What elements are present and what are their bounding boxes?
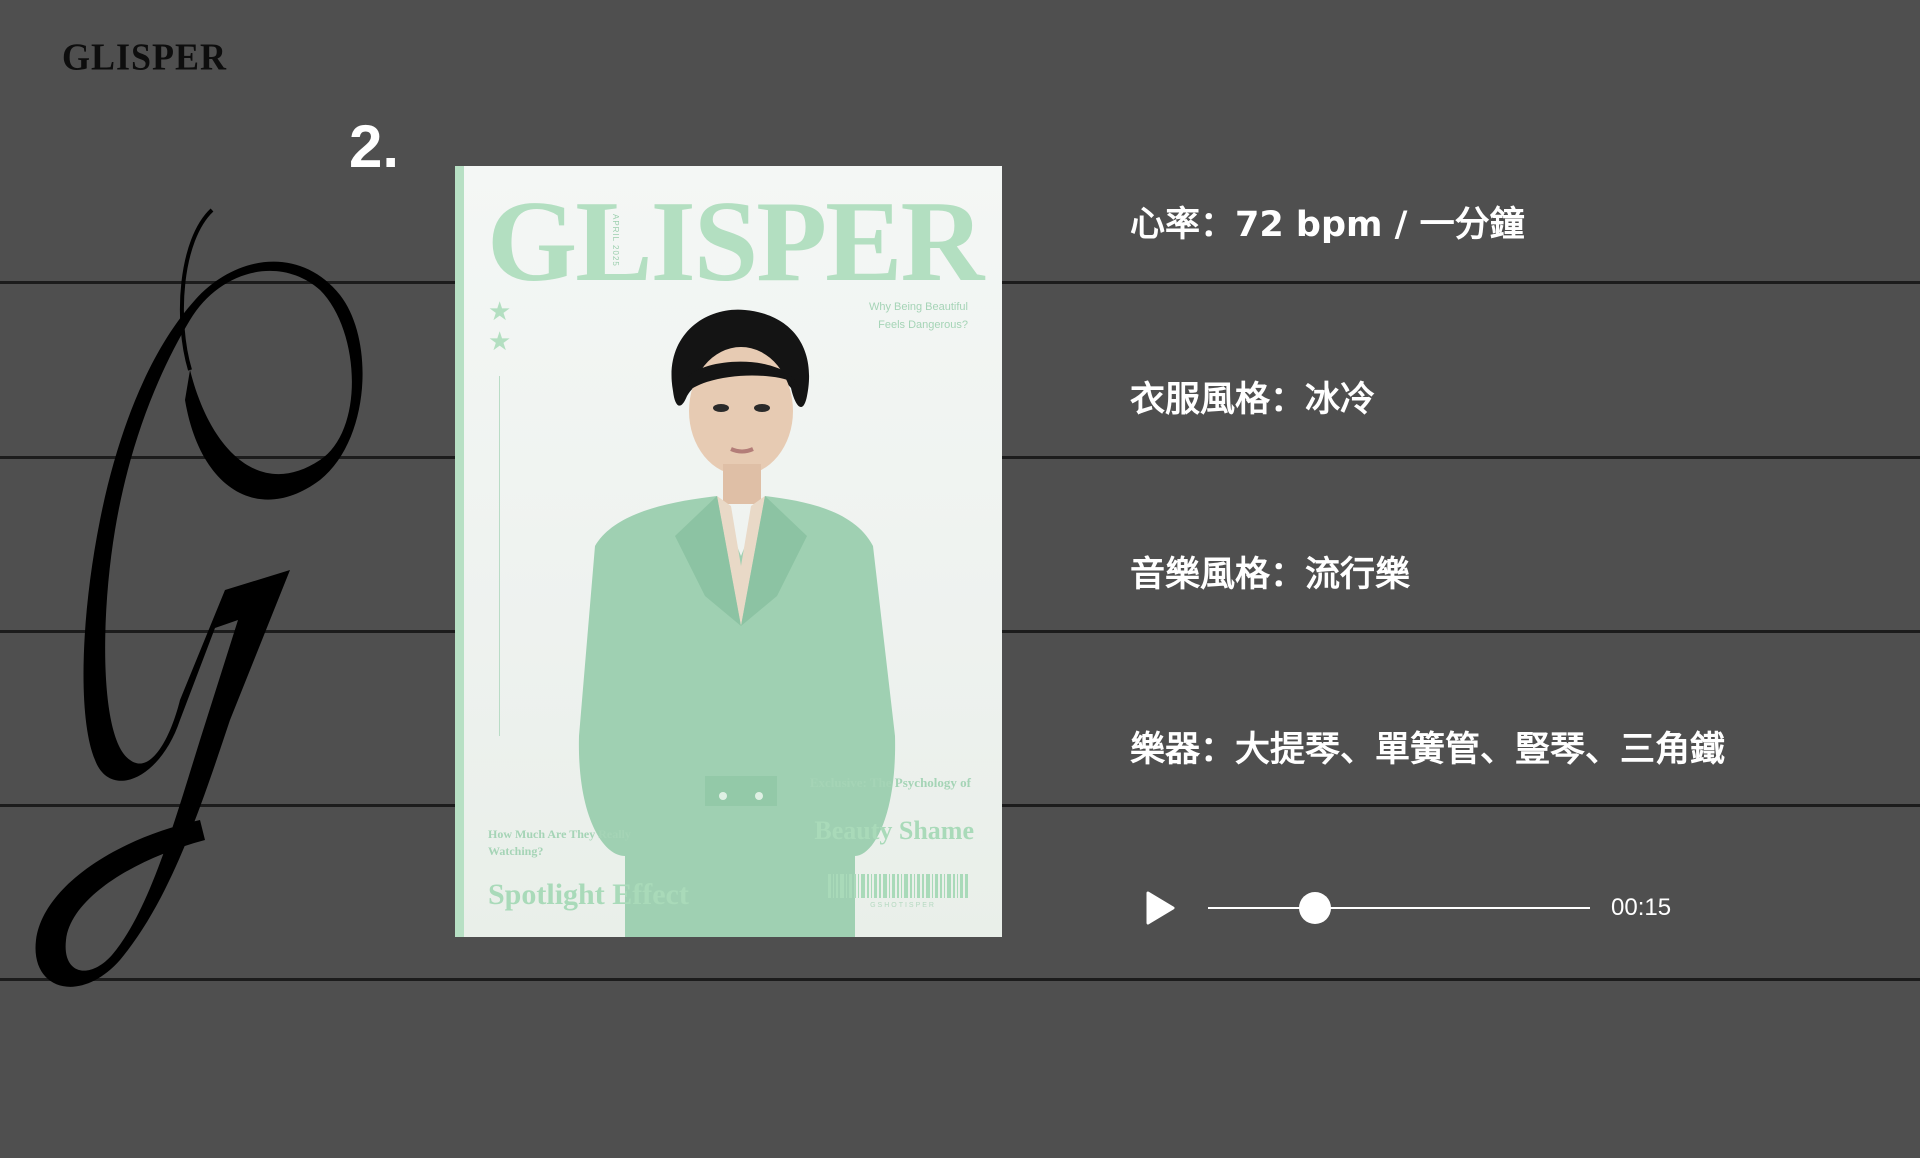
elapsed-time: 00:15	[1611, 894, 1672, 921]
item-number: 2.	[349, 113, 400, 180]
instruments-label: 樂器：大提琴、單簧管、豎琴、三角鐵	[1130, 730, 1726, 770]
star-icon: ★	[488, 296, 512, 326]
slider-thumb[interactable]	[1298, 892, 1331, 924]
cover-divider	[499, 376, 500, 736]
clothing-style-label: 衣服風格：冰冷	[1130, 380, 1376, 420]
heart-rate-label: 心率：72 bpm / 一分鐘	[1130, 205, 1525, 245]
brand-logo: GLISPER	[62, 36, 228, 78]
cover-stripe	[455, 166, 464, 937]
star-icon: ★	[488, 326, 512, 356]
cover-left-headline: Spotlight Effect	[488, 878, 689, 911]
cover-left-caption: How Much Are They Really Watching?	[488, 827, 631, 858]
play-button[interactable]	[1144, 890, 1176, 926]
cover-right-headline: Beauty Shame	[814, 816, 974, 845]
cover-title: GLISPER	[487, 178, 984, 306]
audio-progress-slider[interactable]	[1208, 892, 1590, 924]
calligraphic-g-decoration	[35, 208, 363, 987]
barcode-text: GSHOTISPER	[870, 902, 936, 909]
magazine-cover: GLISPER APRIL 2025 ★ ★ Why Being Beautif…	[455, 166, 1002, 937]
music-style-label: 音樂風格：流行樂	[1130, 555, 1411, 595]
cover-date: APRIL 2025	[611, 214, 620, 267]
barcode-icon	[828, 874, 968, 898]
cover-right-caption: Exclusive: The Psychology of	[809, 775, 971, 790]
